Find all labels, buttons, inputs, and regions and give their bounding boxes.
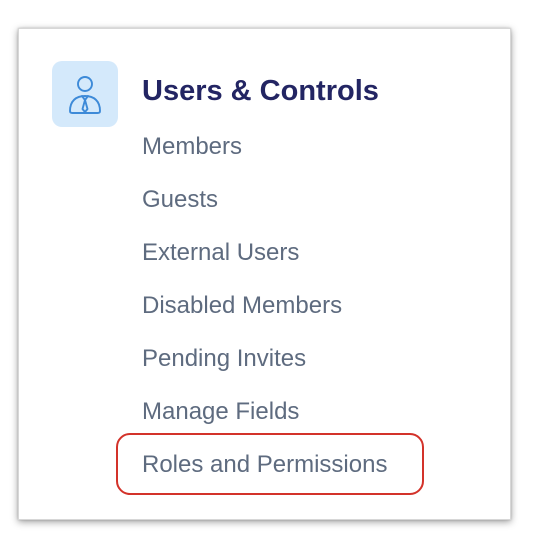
users-section-icon bbox=[52, 61, 118, 127]
users-controls-panel: Users & Controls Members Guests External… bbox=[18, 28, 511, 520]
menu-item-manage-fields[interactable]: Manage Fields bbox=[142, 396, 299, 428]
user-tie-icon bbox=[69, 76, 101, 114]
section-title: Users & Controls bbox=[142, 75, 379, 107]
menu-item-members[interactable]: Members bbox=[142, 131, 242, 163]
menu-item-external-users[interactable]: External Users bbox=[142, 237, 299, 269]
highlight-outline bbox=[116, 433, 424, 495]
menu-item-guests[interactable]: Guests bbox=[142, 184, 218, 216]
menu-item-pending-invites[interactable]: Pending Invites bbox=[142, 343, 306, 375]
menu-item-disabled-members[interactable]: Disabled Members bbox=[142, 290, 342, 322]
